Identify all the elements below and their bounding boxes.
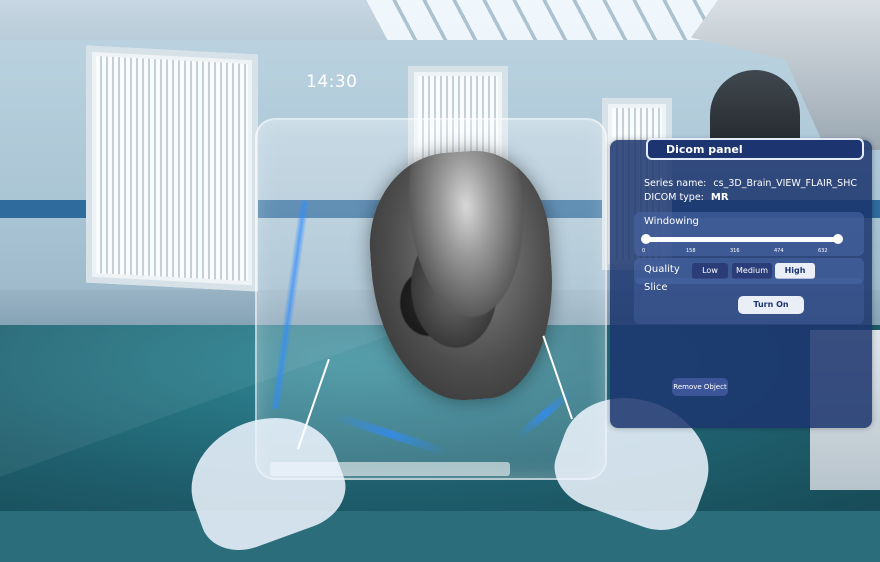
slice-turn-on-button[interactable]: Turn On (738, 296, 804, 314)
remove-object-button[interactable]: Remove Object (672, 378, 728, 396)
slice-section: Slice Turn On (634, 278, 864, 324)
quality-low-option[interactable]: Low (692, 263, 728, 279)
windowing-tick: 632 (818, 248, 828, 254)
windowing-tick: 316 (730, 248, 740, 254)
windowing-section: Windowing 0 158 316 474 632 (634, 212, 864, 256)
windowing-min-handle[interactable] (641, 234, 651, 244)
windowing-label: Windowing (644, 216, 699, 227)
series-row: Series name: cs_3D_Brain_VIEW_FLAIR_SHC (644, 178, 857, 189)
panel-title: Dicom panel (646, 138, 864, 160)
quality-label: Quality (644, 264, 680, 275)
quality-high-option[interactable]: High (775, 263, 815, 279)
dicom-type-label: DICOM type: (644, 192, 704, 203)
dicom-type-row: DICOM type: MR (644, 192, 729, 203)
windowing-slider[interactable] (641, 234, 843, 244)
window-left (86, 45, 258, 292)
dicom-type-value: MR (710, 192, 729, 203)
dicom-panel: Dicom panel Series name: cs_3D_Brain_VIE… (610, 138, 872, 428)
slice-label: Slice (644, 282, 668, 293)
window-blinds (96, 56, 248, 281)
windowing-tick: 474 (774, 248, 784, 254)
series-value: cs_3D_Brain_VIEW_FLAIR_SHC (713, 178, 857, 189)
windowing-max-handle[interactable] (833, 234, 843, 244)
series-label: Series name: (644, 178, 707, 189)
windowing-tick: 158 (686, 248, 696, 254)
quality-medium-option[interactable]: Medium (732, 263, 772, 279)
wall-clock: 14:30 (306, 72, 358, 92)
windowing-tick: 0 (642, 248, 646, 254)
